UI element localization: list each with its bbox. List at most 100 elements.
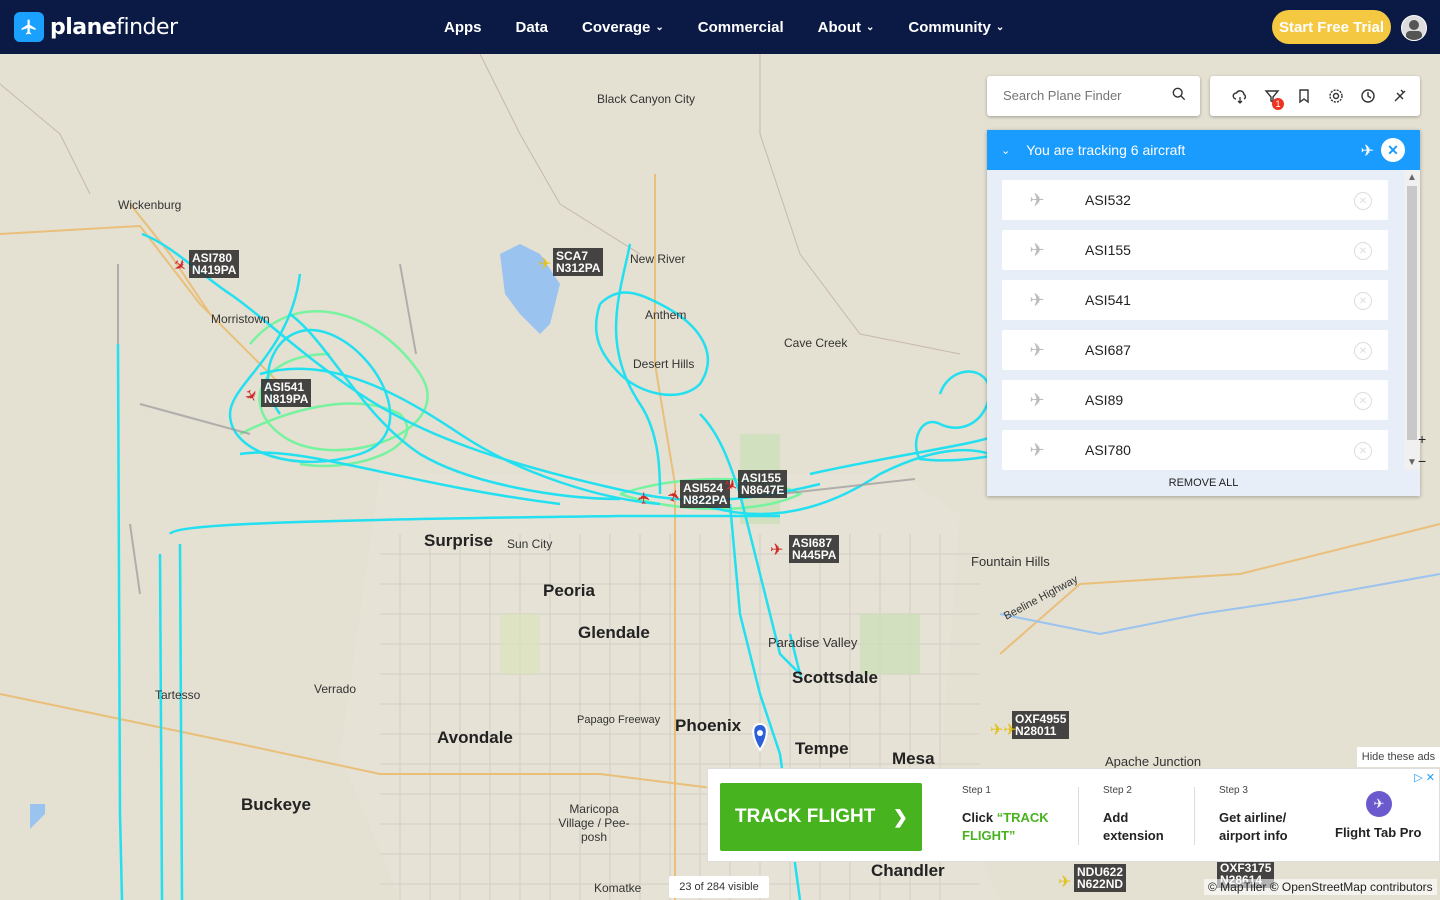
zoom-out-icon[interactable]: − <box>1418 450 1426 472</box>
remove-icon[interactable]: ✕ <box>1354 442 1372 460</box>
ad-step-text-a: Click <box>962 810 997 825</box>
nav-apps-label: Apps <box>444 18 482 36</box>
aircraft-plane-icon[interactable]: ✈ <box>538 254 551 274</box>
tracked-aircraft-row[interactable]: ✈ ASI89 ✕ <box>1002 380 1388 420</box>
aircraft-plane-icon[interactable]: ✈ <box>770 540 783 560</box>
place-label: Wickenburg <box>118 198 182 212</box>
weather-icon[interactable] <box>1224 84 1256 108</box>
tracked-aircraft-list: ✈ ASI532 ✕ ✈ ASI155 ✕ ✈ ASI541 ✕ ✈ ASI687 ✕ ✈ ASI… <box>987 170 1407 470</box>
tracked-aircraft-row[interactable]: ✈ ASI780 ✕ <box>1002 430 1388 470</box>
scrollbar-thumb[interactable] <box>1407 186 1417 440</box>
flight-tab-pro-icon[interactable]: ✈ <box>1366 791 1392 817</box>
tracked-aircraft-row[interactable]: ✈ ASI532 ✕ <box>1002 180 1388 220</box>
aircraft-label[interactable]: OXF4955 N28011 <box>1012 711 1070 739</box>
place-label: Sun City <box>507 537 553 551</box>
ad-step-text: Get airline/ airport info <box>1219 810 1288 843</box>
flight-tab-pro-name[interactable]: Flight Tab Pro <box>1335 825 1421 840</box>
chevron-right-icon: ❯ <box>892 806 908 827</box>
place-label: Komatke <box>594 881 642 895</box>
nav-data[interactable]: Data <box>516 19 549 36</box>
chevron-down-icon[interactable]: ⌄ <box>1001 144 1010 157</box>
scroll-up-icon[interactable]: ▲ <box>1407 172 1417 183</box>
zoom-in-icon[interactable]: + <box>1418 428 1426 450</box>
history-clock-icon[interactable] <box>1352 84 1384 108</box>
remove-icon[interactable]: ✕ <box>1354 392 1372 410</box>
place-label: Buckeye <box>241 795 311 814</box>
logo-text-a: plane <box>50 14 117 40</box>
tracked-aircraft-row[interactable]: ✈ ASI541 ✕ <box>1002 280 1388 320</box>
plane-icon: ✈ <box>1029 239 1045 260</box>
main-nav: Apps Data Coverage ⌄ Commercial About ⌄ Co… <box>444 0 1038 54</box>
nav-community[interactable]: Community ⌄ <box>908 19 1004 36</box>
nav-commercial[interactable]: Commercial <box>698 19 784 36</box>
place-label: Morristown <box>211 312 270 326</box>
aircraft-plane-icon[interactable]: ✈✈ <box>990 720 1017 740</box>
place-label: Desert Hills <box>633 357 695 371</box>
ad-choices-icon[interactable]: ▷ ✕ <box>1414 771 1435 784</box>
planefinder-logo[interactable]: planefinder <box>14 12 178 42</box>
plane-icon: ✈ <box>1029 189 1045 210</box>
remove-all-button[interactable]: REMOVE ALL <box>987 470 1420 496</box>
aircraft-label[interactable]: SCA7 N312PA <box>553 248 604 276</box>
aircraft-plane-icon[interactable]: ✈ <box>635 491 655 504</box>
ad-step-label: Step 1 <box>962 785 991 796</box>
ad-step-text: Click “TRACK FLIGHT” <box>962 809 1072 845</box>
aircraft-reg: N819PA <box>264 392 309 406</box>
remove-icon[interactable]: ✕ <box>1354 292 1372 310</box>
remove-icon[interactable]: ✕ <box>1354 242 1372 260</box>
place-label: Chandler <box>871 861 945 880</box>
aircraft-reg: N312PA <box>556 261 601 275</box>
place-label: Tartesso <box>155 688 201 702</box>
tracked-aircraft-row[interactable]: ✈ ASI687 ✕ <box>1002 330 1388 370</box>
close-tracking-button[interactable]: ✕ <box>1381 138 1405 162</box>
start-free-trial-button[interactable]: Start Free Trial <box>1272 10 1391 44</box>
tracked-callsign: ASI541 <box>1085 292 1131 308</box>
playback-plane-icon[interactable] <box>1384 84 1416 108</box>
aircraft-plane-icon[interactable]: ✈ <box>1058 872 1071 892</box>
bookmark-icon[interactable] <box>1288 84 1320 108</box>
search-input[interactable] <box>1001 87 1165 104</box>
track-flight-button[interactable]: TRACK FLIGHT ❯ <box>720 783 922 851</box>
aircraft-reg: N28011 <box>1015 724 1057 738</box>
aircraft-reg: N445PA <box>792 548 837 562</box>
ad-step-text: Add extension <box>1103 810 1164 843</box>
map-attribution[interactable]: © MapTiler © OpenStreetMap contributors <box>1204 879 1437 895</box>
search-icon[interactable] <box>1172 87 1186 101</box>
plane-logo-icon <box>14 12 44 42</box>
remove-icon[interactable]: ✕ <box>1354 192 1372 210</box>
aircraft-label[interactable]: ASI541 N819PA <box>261 379 312 407</box>
nav-data-label: Data <box>515 18 549 36</box>
nav-about[interactable]: About ⌄ <box>818 19 875 36</box>
place-label: Maricopa Village / Pee-posh <box>558 802 630 844</box>
logo-text-b: finder <box>116 14 178 40</box>
nav-coverage[interactable]: Coverage ⌄ <box>582 19 664 36</box>
divider <box>1078 787 1079 845</box>
place-label: Anthem <box>645 308 687 322</box>
settings-gear-icon[interactable] <box>1320 84 1352 108</box>
tracking-list-scrollbar[interactable]: ▲ ▼ <box>1404 170 1420 470</box>
scroll-down-icon[interactable]: ▼ <box>1407 457 1417 468</box>
nav-community-label: Community <box>908 18 991 36</box>
hide-ads-link[interactable]: Hide these ads <box>1357 747 1440 767</box>
nav-coverage-label: Coverage <box>582 18 651 36</box>
aircraft-label[interactable]: ASI687 N445PA <box>789 535 840 563</box>
tracking-panel: ⌄ You are tracking 6 aircraft ✈ ✕ ✈ ASI53… <box>987 130 1420 496</box>
place-label: Cave Creek <box>784 336 848 350</box>
nav-apps[interactable]: Apps <box>444 19 482 36</box>
remove-icon[interactable]: ✕ <box>1354 342 1372 360</box>
place-label: Surprise <box>424 531 493 550</box>
aircraft-reg: N622ND <box>1077 877 1124 891</box>
place-label: Verrado <box>314 682 357 696</box>
aircraft-label[interactable]: NDU622 N622ND <box>1074 864 1127 892</box>
aircraft-label[interactable]: ASI780 N419PA <box>189 250 240 278</box>
tracked-plane-icon: ✈ <box>1360 143 1374 160</box>
place-label: Tempe <box>795 739 849 758</box>
tracked-aircraft-row[interactable]: ✈ ASI155 ✕ <box>1002 230 1388 270</box>
tracking-panel-header[interactable]: ⌄ You are tracking 6 aircraft ✈ ✕ <box>987 130 1420 170</box>
filter-icon[interactable]: 1 <box>1256 84 1288 110</box>
search-box <box>987 76 1200 116</box>
user-avatar[interactable] <box>1401 15 1427 41</box>
zoom-controls: + − <box>1418 428 1426 472</box>
aircraft-label[interactable]: ASI155 N8647E <box>738 470 788 498</box>
chevron-down-icon: ⌄ <box>865 21 875 33</box>
